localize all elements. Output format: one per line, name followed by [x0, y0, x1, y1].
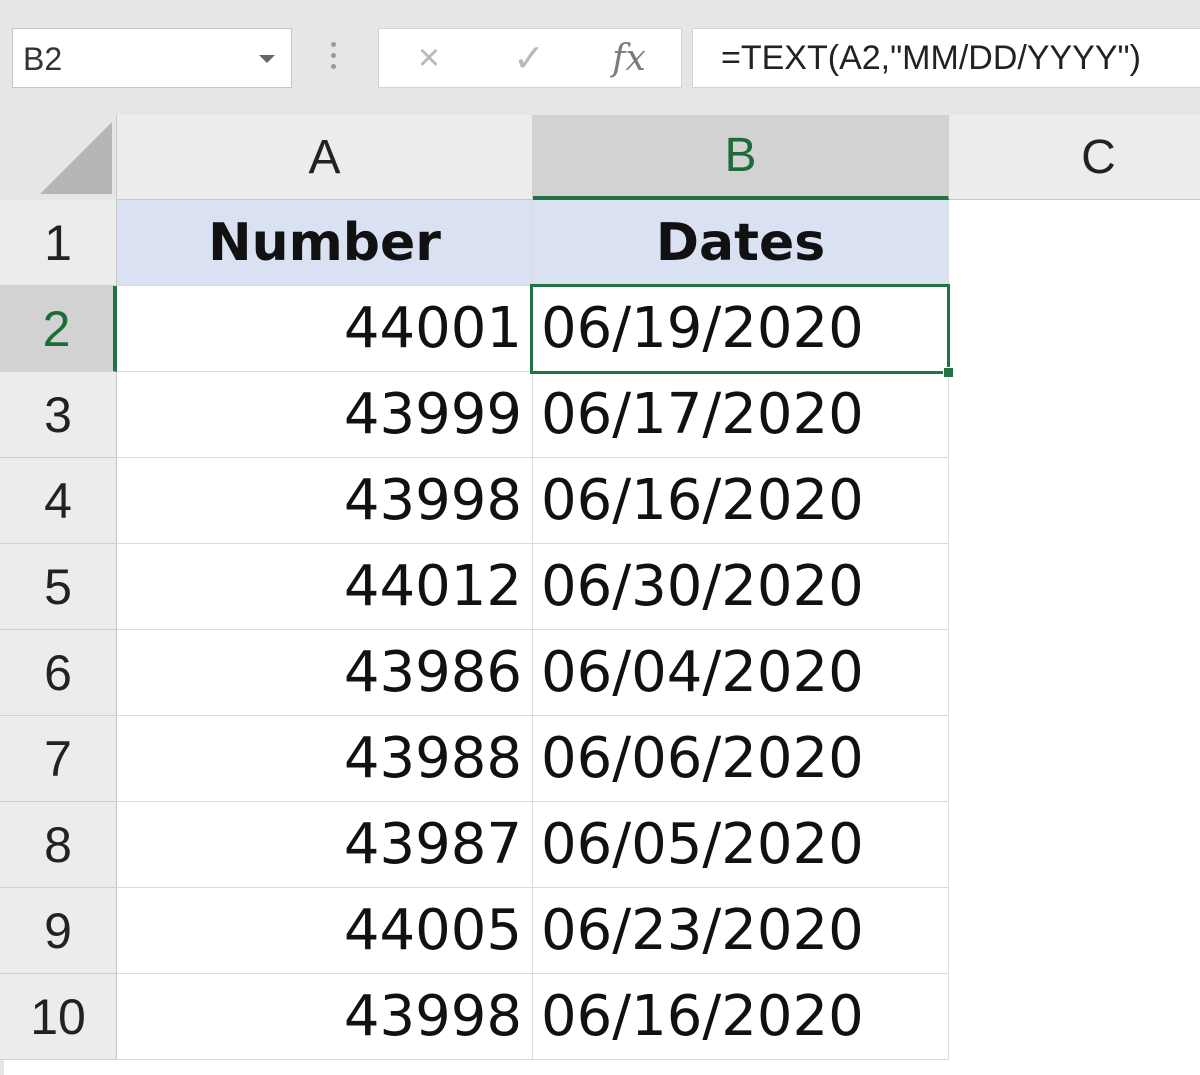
table-cell-number[interactable]: 43998 [117, 458, 533, 544]
row-header[interactable]: 10 [0, 974, 117, 1060]
row-header[interactable]: 2 [0, 286, 117, 372]
select-all-triangle-icon [40, 122, 112, 194]
row-header[interactable]: 5 [0, 544, 117, 630]
enter-icon[interactable]: ✓ [499, 35, 559, 81]
table-cell-date[interactable]: 06/04/2020 [533, 630, 949, 716]
row-header[interactable]: 1 [0, 200, 117, 286]
insert-function-icon[interactable]: fx [599, 35, 659, 81]
table-cell-date[interactable]: 06/06/2020 [533, 716, 949, 802]
column-header-c[interactable]: C [949, 115, 1200, 200]
table-cell-number[interactable]: 44012 [117, 544, 533, 630]
table-cell-number[interactable]: 43998 [117, 974, 533, 1060]
drag-handle-icon[interactable] [331, 42, 337, 76]
row-header[interactable]: 3 [0, 372, 117, 458]
formula-buttons: × ✓ fx [378, 28, 682, 88]
column-header-a[interactable]: A [117, 115, 533, 200]
table-cell-date[interactable]: 06/16/2020 [533, 458, 949, 544]
cell-c1[interactable] [949, 200, 1200, 286]
cell-b1-header[interactable]: Dates [533, 200, 949, 286]
formula-input[interactable]: =TEXT(A2,"MM/DD/YYYY") [692, 28, 1200, 88]
cell-a1-header[interactable]: Number [117, 200, 533, 286]
name-box[interactable]: B2 [12, 28, 292, 88]
formula-bar: B2 × ✓ fx =TEXT(A2,"MM/DD/YYYY") [0, 0, 1200, 115]
table-cell-date[interactable]: 06/23/2020 [533, 888, 949, 974]
column-header-b[interactable]: B [533, 115, 949, 200]
name-box-value: B2 [23, 41, 63, 77]
chevron-down-icon[interactable] [259, 55, 275, 63]
row-header[interactable]: 6 [0, 630, 117, 716]
table-cell-number[interactable]: 43999 [117, 372, 533, 458]
table-cell-number[interactable]: 43987 [117, 802, 533, 888]
table-cell-date[interactable]: 06/30/2020 [533, 544, 949, 630]
table-cell-number[interactable]: 44005 [117, 888, 533, 974]
row-header[interactable]: 7 [0, 716, 117, 802]
fill-handle[interactable] [943, 367, 954, 378]
table-cell-number[interactable]: 44001 [117, 286, 533, 372]
table-cell-date[interactable]: 06/19/2020 [533, 286, 949, 372]
table-cell-date[interactable]: 06/17/2020 [533, 372, 949, 458]
table-cell-number[interactable]: 43988 [117, 716, 533, 802]
cancel-icon[interactable]: × [399, 35, 459, 81]
table-cell-date[interactable]: 06/16/2020 [533, 974, 949, 1060]
row-header[interactable]: 8 [0, 802, 117, 888]
table-cell-date[interactable]: 06/05/2020 [533, 802, 949, 888]
row-header[interactable]: 4 [0, 458, 117, 544]
select-all-button[interactable] [0, 115, 117, 200]
row-header[interactable]: 9 [0, 888, 117, 974]
table-cell-number[interactable]: 43986 [117, 630, 533, 716]
